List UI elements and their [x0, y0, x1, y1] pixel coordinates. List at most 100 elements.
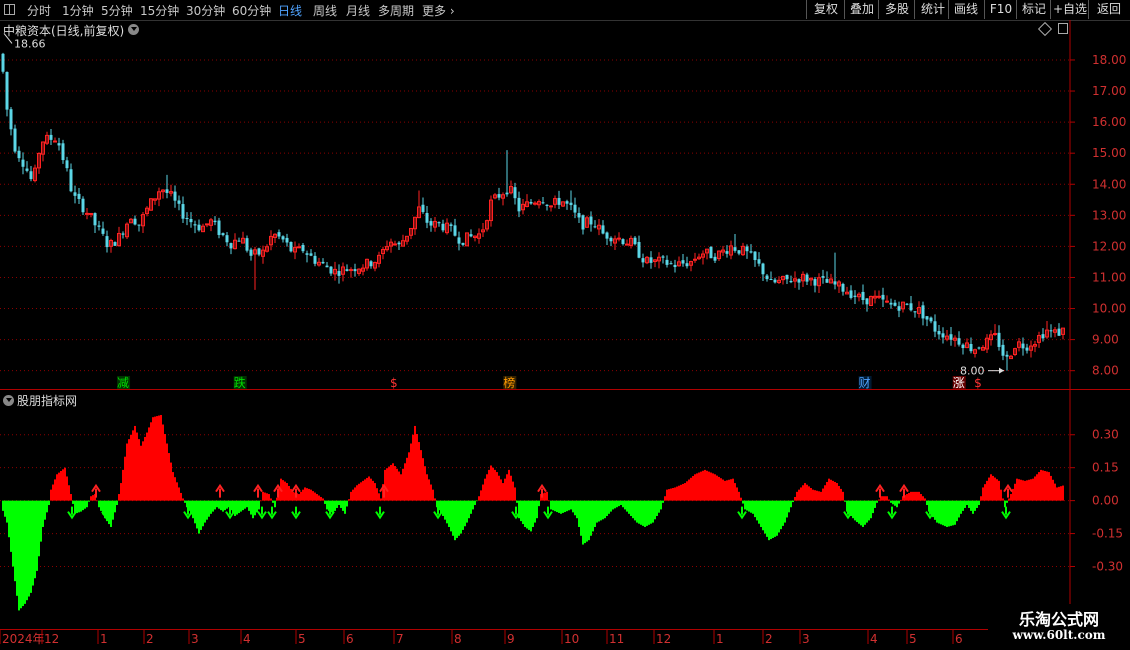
- indicator-bar: [232, 500, 234, 514]
- indicator-title: 股朋指标网: [17, 394, 78, 408]
- indicator-bar: [524, 500, 526, 527]
- grid-icon[interactable]: [4, 4, 15, 15]
- tab-timeframe-0[interactable]: 分时: [27, 2, 51, 19]
- x-tick-label: 1: [100, 632, 108, 646]
- indicator-bar: [876, 500, 878, 503]
- indicator-bar: [206, 500, 208, 520]
- candle: [249, 247, 253, 261]
- candle: [557, 190, 561, 210]
- candle: [497, 187, 501, 201]
- tab-timeframe-6[interactable]: 日线: [278, 2, 302, 19]
- candle: [205, 223, 209, 228]
- indicator-bar: [668, 489, 670, 501]
- indicator-bar: [298, 494, 300, 501]
- toolbar-button-3[interactable]: 统计: [914, 0, 951, 19]
- toolbar-button-8[interactable]: 返回: [1088, 0, 1129, 19]
- candle: [877, 290, 881, 300]
- price-tick-label: 13.00: [1092, 208, 1126, 222]
- candle: [513, 182, 517, 205]
- indicator-bar: [124, 456, 126, 501]
- indicator-bar: [598, 500, 600, 522]
- tab-timeframe-1[interactable]: 1分钟: [62, 2, 94, 19]
- indicator-bar: [864, 500, 866, 525]
- indicator-bar: [92, 495, 94, 501]
- indicator-bar: [1000, 489, 1002, 501]
- title-dropdown-icon[interactable]: [128, 24, 139, 35]
- indicator-bar: [1010, 494, 1012, 501]
- indicator-bar: [602, 500, 604, 520]
- toolbar-button-5[interactable]: F10: [984, 0, 1017, 19]
- candle: [209, 218, 213, 232]
- indicator-bar: [1026, 480, 1028, 501]
- indicator-bar: [442, 500, 444, 516]
- indicator-bar: [858, 500, 860, 524]
- indicator-bar: [66, 476, 68, 501]
- candle: [197, 219, 201, 232]
- indicator-tick-label: 0.30: [1092, 428, 1119, 442]
- indicator-bar: [874, 500, 876, 508]
- indicator-bar: [416, 434, 418, 501]
- toolbar-button-0[interactable]: 复权: [806, 0, 845, 19]
- candle: [733, 233, 737, 253]
- indicator-bar: [490, 465, 492, 501]
- tab-timeframe-3[interactable]: 15分钟: [140, 2, 179, 19]
- indicator-bar: [58, 472, 60, 501]
- candle: [549, 205, 553, 212]
- candle: [673, 259, 677, 273]
- candle: [833, 252, 837, 290]
- candle: [101, 221, 105, 236]
- indicator-bar: [918, 491, 920, 501]
- tab-timeframe-2[interactable]: 5分钟: [101, 2, 133, 19]
- candle: [65, 156, 69, 172]
- toolbar-button-1[interactable]: 叠加: [844, 0, 879, 19]
- indicator-dropdown-icon[interactable]: [3, 395, 14, 406]
- candle: [129, 217, 133, 224]
- candle: [661, 254, 665, 264]
- candle: [321, 258, 325, 265]
- tab-timeframe-8[interactable]: 月线: [346, 2, 370, 19]
- indicator-bar: [544, 492, 546, 501]
- price-tick-label: 11.00: [1092, 270, 1126, 284]
- indicator-bar: [46, 500, 48, 513]
- indicator-bar: [792, 500, 794, 503]
- toolbar-button-2[interactable]: 多股: [878, 0, 915, 19]
- indicator-bar: [990, 474, 992, 501]
- tab-timeframe-4[interactable]: 30分钟: [186, 2, 225, 19]
- tab-timeframe-7[interactable]: 周线: [313, 2, 337, 19]
- candle: [25, 161, 29, 173]
- candle: [177, 195, 181, 211]
- indicator-bar: [194, 500, 196, 524]
- indicator-bar: [530, 500, 532, 532]
- toolbar-button-7[interactable]: +自选: [1050, 0, 1089, 19]
- tab-timeframe-5[interactable]: 60分钟: [232, 2, 271, 19]
- indicator-bar: [478, 496, 480, 501]
- toolbar-button-6[interactable]: 标记: [1016, 0, 1051, 19]
- candle: [853, 290, 857, 304]
- panel-toggle-icon[interactable]: [1058, 23, 1068, 34]
- candle: [621, 238, 625, 246]
- candle: [373, 261, 377, 272]
- indicator-bar: [934, 500, 936, 520]
- candle: [913, 311, 917, 318]
- main-chart-title: 中粮资本(日线,前复权): [3, 24, 125, 38]
- price-chart[interactable]: 18.00 17.00 16.00 15.00 14.00 13.00 12.00 11.00…: [0, 20, 1130, 390]
- candle: [813, 277, 817, 293]
- candle: [729, 240, 733, 260]
- indicator-chart[interactable]: 0.300.150.00-0.15-0.302024年 12 1 2 3 4 5 6 7 8 9 10…: [0, 390, 1130, 650]
- indicator-bar: [726, 480, 728, 501]
- tab-timeframe-10[interactable]: 更多 ›: [422, 2, 455, 19]
- indicator-bar: [406, 457, 408, 501]
- indicator-bar: [784, 500, 786, 523]
- x-tick-label: 5: [909, 632, 917, 646]
- indicator-bar: [980, 496, 982, 501]
- indicator-bar: [1056, 487, 1058, 501]
- indicator-bar: [14, 500, 16, 582]
- candle: [597, 218, 601, 236]
- tab-timeframe-9[interactable]: 多周期: [378, 2, 414, 19]
- candle: [21, 152, 25, 175]
- indicator-bar: [1028, 479, 1030, 501]
- candle: [121, 231, 125, 239]
- toolbar-button-4[interactable]: 画线: [948, 0, 983, 19]
- indicator-bar: [836, 483, 838, 501]
- candle: [817, 273, 821, 293]
